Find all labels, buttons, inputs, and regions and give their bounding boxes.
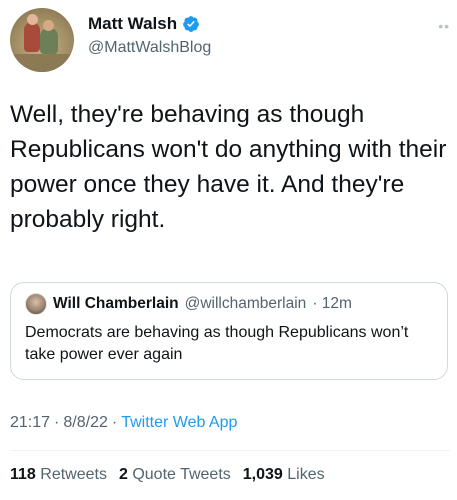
retweets-label: Retweets <box>40 466 107 483</box>
avatar-ground <box>10 54 74 72</box>
avatar-figure <box>24 22 40 52</box>
quoted-tweet-text: Democrats are behaving as though Republi… <box>25 324 409 363</box>
quoted-tweet-header: Will Chamberlain @willchamberlain · 12m <box>25 293 352 315</box>
avatar-figure <box>40 28 58 54</box>
quoted-author-avatar <box>25 293 47 315</box>
tweet-stats: 118 Retweets 2 Quote Tweets 1,039 Likes <box>10 466 325 484</box>
avatar-figure-head <box>43 20 54 31</box>
more-dots-icon[interactable]: •• <box>438 18 450 34</box>
author-name[interactable]: Matt Walsh <box>88 14 177 34</box>
likes-stat[interactable]: 1,039 Likes <box>243 466 325 484</box>
quoted-tweet-time: · 12m <box>312 295 352 312</box>
avatar-figure-head <box>27 14 38 25</box>
meta-separator: · <box>54 414 60 431</box>
likes-label: Likes <box>287 466 325 483</box>
retweets-count: 118 <box>10 466 36 483</box>
author-avatar[interactable] <box>10 8 74 72</box>
quoted-author-handle: @willchamberlain <box>184 295 307 312</box>
verified-badge-icon <box>183 16 199 32</box>
author-name-row: Matt Walsh <box>88 14 200 34</box>
likes-count: 1,039 <box>242 466 283 483</box>
tweet-source-app[interactable]: Twitter Web App <box>121 414 237 432</box>
tweet-header: Matt Walsh @MattWalshBlog •• <box>10 8 450 74</box>
tweet-time[interactable]: 21:17 <box>10 414 50 432</box>
retweets-stat[interactable]: 118 Retweets <box>10 466 107 484</box>
divider <box>10 450 450 451</box>
quoted-tweet-card[interactable]: Will Chamberlain @willchamberlain · 12m … <box>10 282 448 380</box>
quote-tweets-count: 2 <box>118 466 128 483</box>
quote-tweets-label: Quote Tweets <box>132 466 231 483</box>
quote-tweets-stat[interactable]: 2 Quote Tweets <box>119 466 231 484</box>
tweet-text: Well, they're behaving as though Republi… <box>10 101 447 233</box>
quoted-author-name: Will Chamberlain <box>53 295 179 312</box>
tweet-meta: 21:17 · 8/8/22 · Twitter Web App <box>10 414 237 432</box>
author-handle[interactable]: @MattWalshBlog <box>88 39 211 57</box>
tweet-date[interactable]: 8/8/22 <box>63 414 107 432</box>
meta-separator: · <box>111 414 118 431</box>
